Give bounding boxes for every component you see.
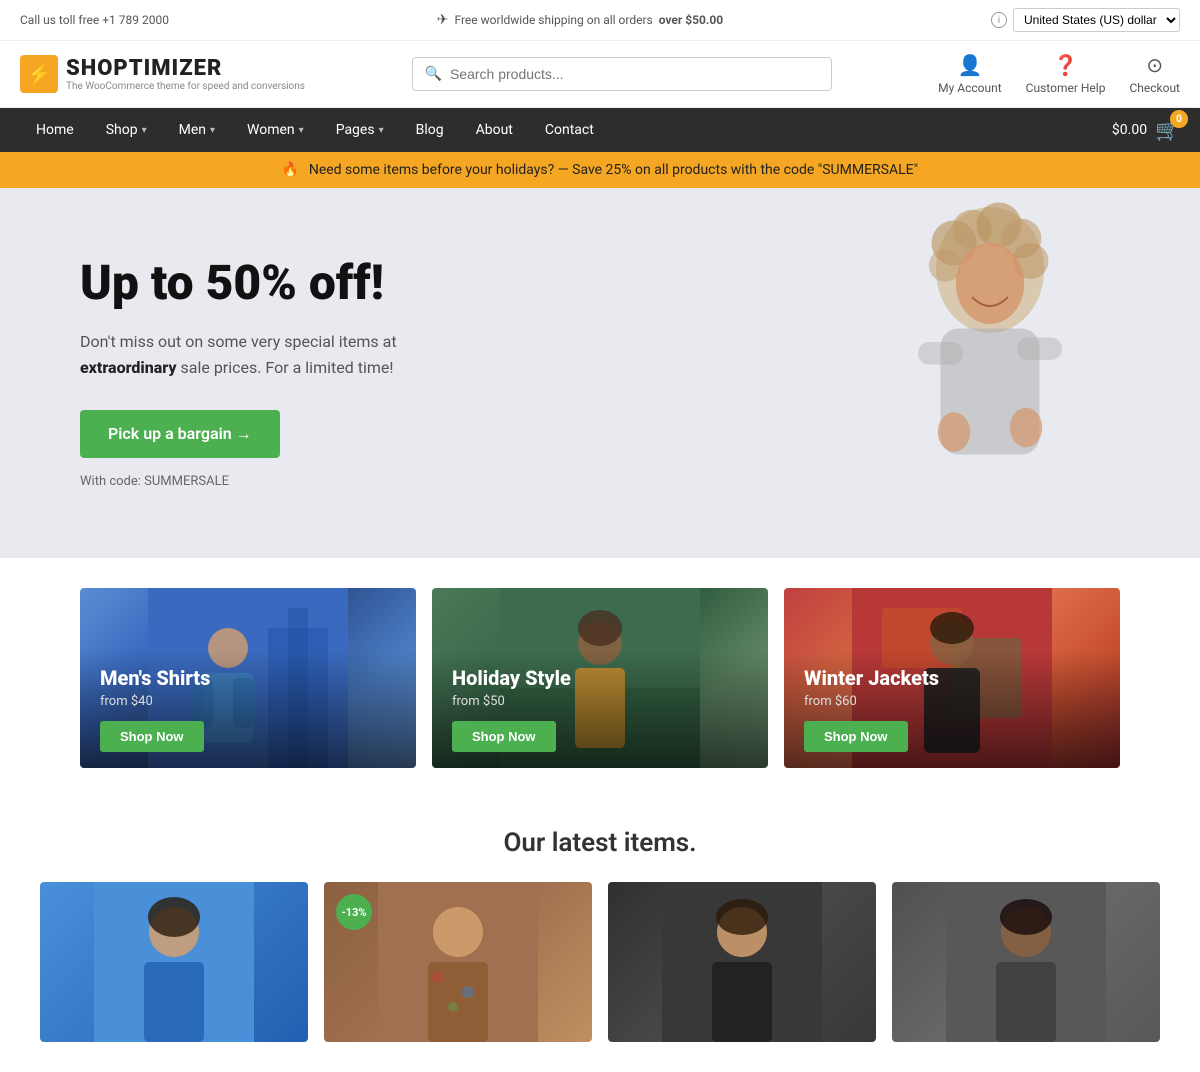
product-image-2 — [378, 882, 538, 1042]
promo-banner: 🔥 Need some items before your holidays? … — [0, 152, 1200, 188]
currency-selector[interactable]: United States (US) dollar — [1013, 8, 1180, 32]
category-holiday-style[interactable]: Holiday Style from $50 Shop Now — [432, 588, 768, 768]
category-holiday-button[interactable]: Shop Now — [452, 721, 556, 752]
banner-text: Need some items before your holidays? — … — [309, 162, 918, 178]
hero-cta-button[interactable]: Pick up a bargain → — [80, 410, 280, 458]
nav-about[interactable]: About — [460, 108, 529, 152]
checkout-label: Checkout — [1129, 81, 1180, 95]
header: ⚡ SHOPTIMIZER The WooCommerce theme for … — [0, 41, 1200, 108]
product-bg-3 — [608, 882, 876, 1042]
logo-tagline: The WooCommerce theme for speed and conv… — [66, 81, 305, 92]
category-winter-overlay: Winter Jackets from $60 Shop Now — [784, 650, 1120, 768]
chevron-down-icon: ▾ — [379, 125, 384, 136]
cart-icon-wrap: 🛒 0 — [1155, 118, 1180, 142]
top-bar-right: i United States (US) dollar — [991, 8, 1180, 32]
product-image-3 — [662, 882, 822, 1042]
product-image-4 — [946, 882, 1106, 1042]
checkout-icon: ⊙ — [1146, 53, 1163, 77]
products-grid: -13% — [40, 882, 1160, 1042]
search-input[interactable] — [450, 66, 819, 82]
category-holiday-price: from $50 — [452, 694, 748, 709]
product-card-2[interactable]: -13% — [324, 882, 592, 1042]
search-bar[interactable]: 🔍 — [412, 57, 832, 91]
cart-widget[interactable]: $0.00 🛒 0 — [1112, 118, 1180, 142]
category-mens-overlay: Men's Shirts from $40 Shop Now — [80, 650, 416, 768]
nav-links: Home Shop ▾ Men ▾ Women ▾ Pages ▾ Blog A… — [20, 108, 610, 152]
hero-cta-label: Pick up a bargain → — [108, 424, 252, 444]
hero-section: Up to 50% off! Don't miss out on some ve… — [0, 188, 1200, 558]
category-holiday-title: Holiday Style — [452, 666, 748, 690]
hero-title: Up to 50% off! — [80, 257, 720, 310]
category-holiday-overlay: Holiday Style from $50 Shop Now — [432, 650, 768, 768]
search-icon: 🔍 — [425, 66, 442, 82]
category-winter-jackets[interactable]: Winter Jackets from $60 Shop Now — [784, 588, 1120, 768]
chevron-down-icon: ▾ — [210, 125, 215, 136]
nav-contact[interactable]: Contact — [529, 108, 610, 152]
shipping-notice: ✈ Free worldwide shipping on all orders … — [437, 12, 723, 28]
category-cards: Men's Shirts from $40 Shop Now Holiday S… — [0, 558, 1200, 798]
chevron-down-icon: ▾ — [299, 125, 304, 136]
nav-men[interactable]: Men ▾ — [163, 108, 231, 152]
logo-icon: ⚡ — [20, 55, 58, 93]
hero-subtitle-bold: extraordinary — [80, 358, 177, 377]
category-mens-title: Men's Shirts — [100, 666, 396, 690]
account-icon: 👤 — [957, 53, 982, 77]
nav-blog[interactable]: Blog — [400, 108, 460, 152]
category-winter-price: from $60 — [804, 694, 1100, 709]
hero-subtitle: Don't miss out on some very special item… — [80, 329, 420, 380]
logo-name: SHOPTIMIZER — [66, 56, 305, 81]
hero-subtitle-1: Don't miss out on some very special item… — [80, 332, 397, 351]
hero-person-svg — [860, 198, 1120, 558]
help-icon: ❓ — [1053, 53, 1078, 77]
hero-subtitle-2: sale prices. For a limited time! — [181, 358, 394, 377]
shipping-text: Free worldwide shipping on all orders — [455, 13, 653, 27]
product-bg-1 — [40, 882, 308, 1042]
category-winter-title: Winter Jackets — [804, 666, 1100, 690]
logo-text-group: SHOPTIMIZER The WooCommerce theme for sp… — [66, 56, 305, 92]
product-card-1[interactable] — [40, 882, 308, 1042]
hero-promo-code: With code: SUMMERSALE — [80, 474, 720, 489]
category-mens-price: from $40 — [100, 694, 396, 709]
account-label: My Account — [938, 81, 1002, 95]
nav-pages[interactable]: Pages ▾ — [320, 108, 400, 152]
help-label: Customer Help — [1026, 81, 1106, 95]
top-bar: Call us toll free +1 789 2000 ✈ Free wor… — [0, 0, 1200, 41]
latest-items-title: Our latest items. — [40, 828, 1160, 858]
cart-badge: 0 — [1170, 110, 1188, 128]
discount-badge-2: -13% — [336, 894, 372, 930]
header-actions: 👤 My Account ❓ Customer Help ⊙ Checkout — [938, 53, 1180, 95]
product-bg-4 — [892, 882, 1160, 1042]
logo-link[interactable]: ⚡ SHOPTIMIZER The WooCommerce theme for … — [20, 55, 305, 93]
info-icon[interactable]: i — [991, 12, 1007, 28]
nav-women[interactable]: Women ▾ — [231, 108, 320, 152]
nav-home[interactable]: Home — [20, 108, 90, 152]
product-card-4[interactable] — [892, 882, 1160, 1042]
checkout-link[interactable]: ⊙ Checkout — [1129, 53, 1180, 95]
product-image-1 — [94, 882, 254, 1042]
customer-help-link[interactable]: ❓ Customer Help — [1026, 53, 1106, 95]
shipping-threshold: over $50.00 — [659, 13, 723, 27]
hero-content: Up to 50% off! Don't miss out on some ve… — [0, 188, 780, 558]
phone-text: Call us toll free +1 789 2000 — [20, 13, 169, 27]
my-account-link[interactable]: 👤 My Account — [938, 53, 1002, 95]
latest-items-section: Our latest items. — [0, 798, 1200, 1072]
cart-total: $0.00 — [1112, 122, 1147, 138]
category-mens-button[interactable]: Shop Now — [100, 721, 204, 752]
category-winter-button[interactable]: Shop Now — [804, 721, 908, 752]
chevron-down-icon: ▾ — [142, 125, 147, 136]
hero-image — [780, 188, 1200, 558]
category-mens-shirts[interactable]: Men's Shirts from $40 Shop Now — [80, 588, 416, 768]
product-card-3[interactable] — [608, 882, 876, 1042]
fire-icon: 🔥 — [282, 162, 299, 178]
plane-icon: ✈ — [437, 12, 449, 28]
main-nav: Home Shop ▾ Men ▾ Women ▾ Pages ▾ Blog A… — [0, 108, 1200, 152]
nav-shop[interactable]: Shop ▾ — [90, 108, 163, 152]
